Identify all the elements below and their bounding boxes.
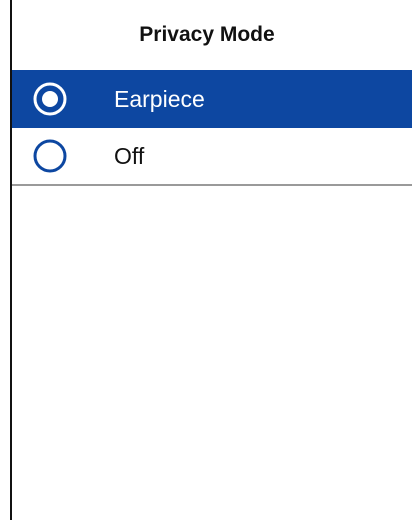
page-title: Privacy Mode xyxy=(139,23,275,46)
radio-unselected-icon[interactable] xyxy=(32,138,68,174)
option-earpiece[interactable]: Earpiece xyxy=(12,70,412,128)
privacy-mode-screen: Privacy Mode Earpiece Off xyxy=(10,0,412,520)
title-bar: Privacy Mode xyxy=(12,0,412,70)
option-label-earpiece: Earpiece xyxy=(114,85,205,112)
option-label-off: Off xyxy=(114,142,145,169)
radio-selected-icon[interactable] xyxy=(32,81,68,117)
option-off[interactable]: Off xyxy=(12,128,412,186)
privacy-mode-option-list: Earpiece Off xyxy=(12,70,412,186)
